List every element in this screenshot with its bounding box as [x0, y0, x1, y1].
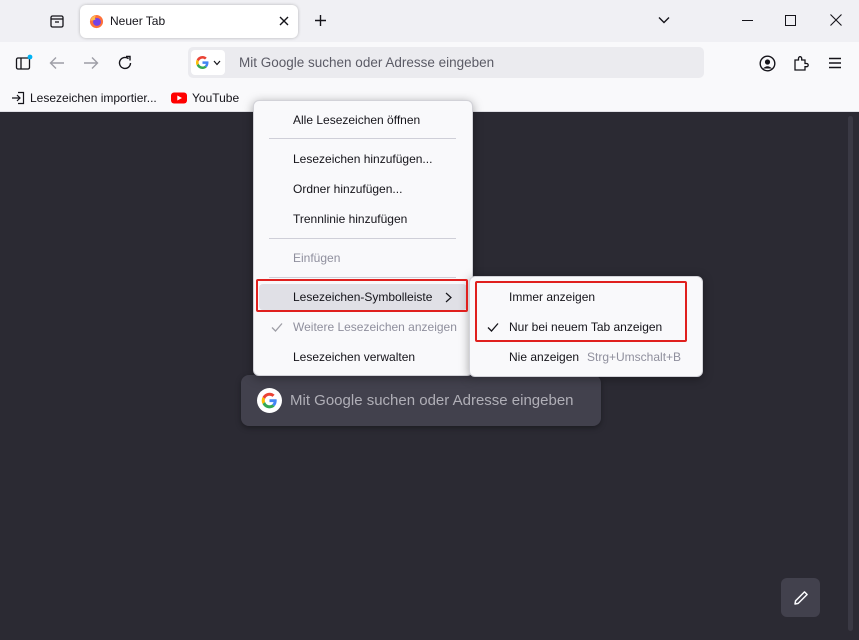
close-window-button[interactable] [824, 8, 848, 32]
menu-bookmarks-toolbar[interactable]: Lesezeichen-Symbolleiste [259, 284, 467, 310]
account-icon [758, 54, 776, 72]
account-button[interactable] [755, 51, 779, 75]
menu-add-separator[interactable]: Trennlinie hinzufügen [259, 206, 467, 232]
bookmark-label: Lesezeichen importier... [30, 90, 157, 105]
new-tab-search-box[interactable]: Mit Google suchen oder Adresse eingeben [241, 375, 601, 426]
import-icon [12, 91, 25, 104]
navigation-toolbar: Mit Google suchen oder Adresse eingeben [0, 42, 859, 84]
hamburger-menu-icon [829, 57, 841, 69]
chevron-down-icon [658, 17, 670, 24]
menu-manage-bookmarks[interactable]: Lesezeichen verwalten [259, 344, 467, 370]
maximize-button[interactable] [778, 8, 802, 32]
toolbar-visibility-submenu: Immer anzeigen Nur bei neuem Tab anzeige… [469, 276, 703, 377]
bookmark-label: YouTube [192, 90, 240, 105]
tab-close-button[interactable] [276, 13, 292, 29]
reload-button[interactable] [113, 51, 137, 75]
url-placeholder: Mit Google suchen oder Adresse eingeben [239, 55, 495, 70]
scrollbar[interactable] [848, 116, 853, 631]
list-all-tabs-button[interactable] [655, 10, 673, 30]
minimize-icon [741, 19, 753, 21]
menu-open-all[interactable]: Alle Lesezeichen öffnen [259, 107, 467, 133]
forward-button[interactable] [79, 51, 103, 75]
customize-button[interactable] [781, 578, 820, 617]
maximize-icon [784, 14, 796, 26]
sidebar-button[interactable] [12, 51, 36, 75]
arrow-right-icon [84, 57, 99, 69]
active-tab[interactable]: Neuer Tab [80, 5, 298, 38]
menu-separator [269, 238, 456, 239]
reload-icon [118, 55, 132, 70]
bookmark-youtube[interactable]: YouTube [171, 89, 239, 106]
url-bar[interactable]: Mit Google suchen oder Adresse eingeben [188, 47, 704, 78]
menu-show-other-bookmarks[interactable]: Weitere Lesezeichen anzeigen [259, 314, 467, 340]
close-icon [279, 16, 289, 26]
menu-separator [269, 277, 456, 278]
checkmark-icon [487, 323, 499, 332]
puzzle-icon [794, 56, 809, 71]
minimize-button[interactable] [735, 8, 759, 32]
firefox-view-icon [50, 15, 64, 28]
new-tab-button[interactable] [310, 10, 330, 30]
app-menu-button[interactable] [823, 51, 847, 75]
google-logo-icon [257, 388, 282, 413]
menu-paste[interactable]: Einfügen [259, 245, 467, 271]
submenu-never-show[interactable]: Nie anzeigen Strg+Umschalt+B [475, 344, 697, 370]
menu-add-bookmark[interactable]: Lesezeichen hinzufügen... [259, 146, 467, 172]
extensions-button[interactable] [789, 51, 813, 75]
sidebar-icon [15, 54, 33, 70]
search-placeholder: Mit Google suchen oder Adresse eingeben [290, 392, 574, 409]
search-engine-button[interactable] [191, 50, 225, 75]
youtube-logo-icon [171, 92, 187, 103]
menu-add-folder[interactable]: Ordner hinzufügen... [259, 176, 467, 202]
keyboard-shortcut: Strg+Umschalt+B [587, 350, 682, 364]
chevron-down-icon [213, 60, 220, 65]
back-button[interactable] [45, 51, 69, 75]
pencil-icon [793, 590, 808, 605]
title-bar: Neuer Tab [0, 0, 859, 42]
close-icon [830, 14, 842, 26]
submenu-always-show[interactable]: Immer anzeigen [475, 284, 697, 310]
menu-separator [269, 138, 456, 139]
google-logo-icon [195, 56, 208, 69]
bookmarks-context-menu: Alle Lesezeichen öffnen Lesezeichen hinz… [253, 100, 473, 376]
checkmark-icon [271, 323, 283, 332]
chevron-right-icon [445, 292, 452, 303]
firefox-view-button[interactable] [44, 8, 70, 34]
submenu-new-tab-only[interactable]: Nur bei neuem Tab anzeigen [475, 314, 697, 340]
tab-title: Neuer Tab [110, 14, 166, 28]
bookmark-import[interactable]: Lesezeichen importier... [11, 89, 157, 106]
arrow-left-icon [49, 57, 64, 69]
firefox-logo-icon [89, 14, 104, 29]
plus-icon [314, 14, 326, 26]
